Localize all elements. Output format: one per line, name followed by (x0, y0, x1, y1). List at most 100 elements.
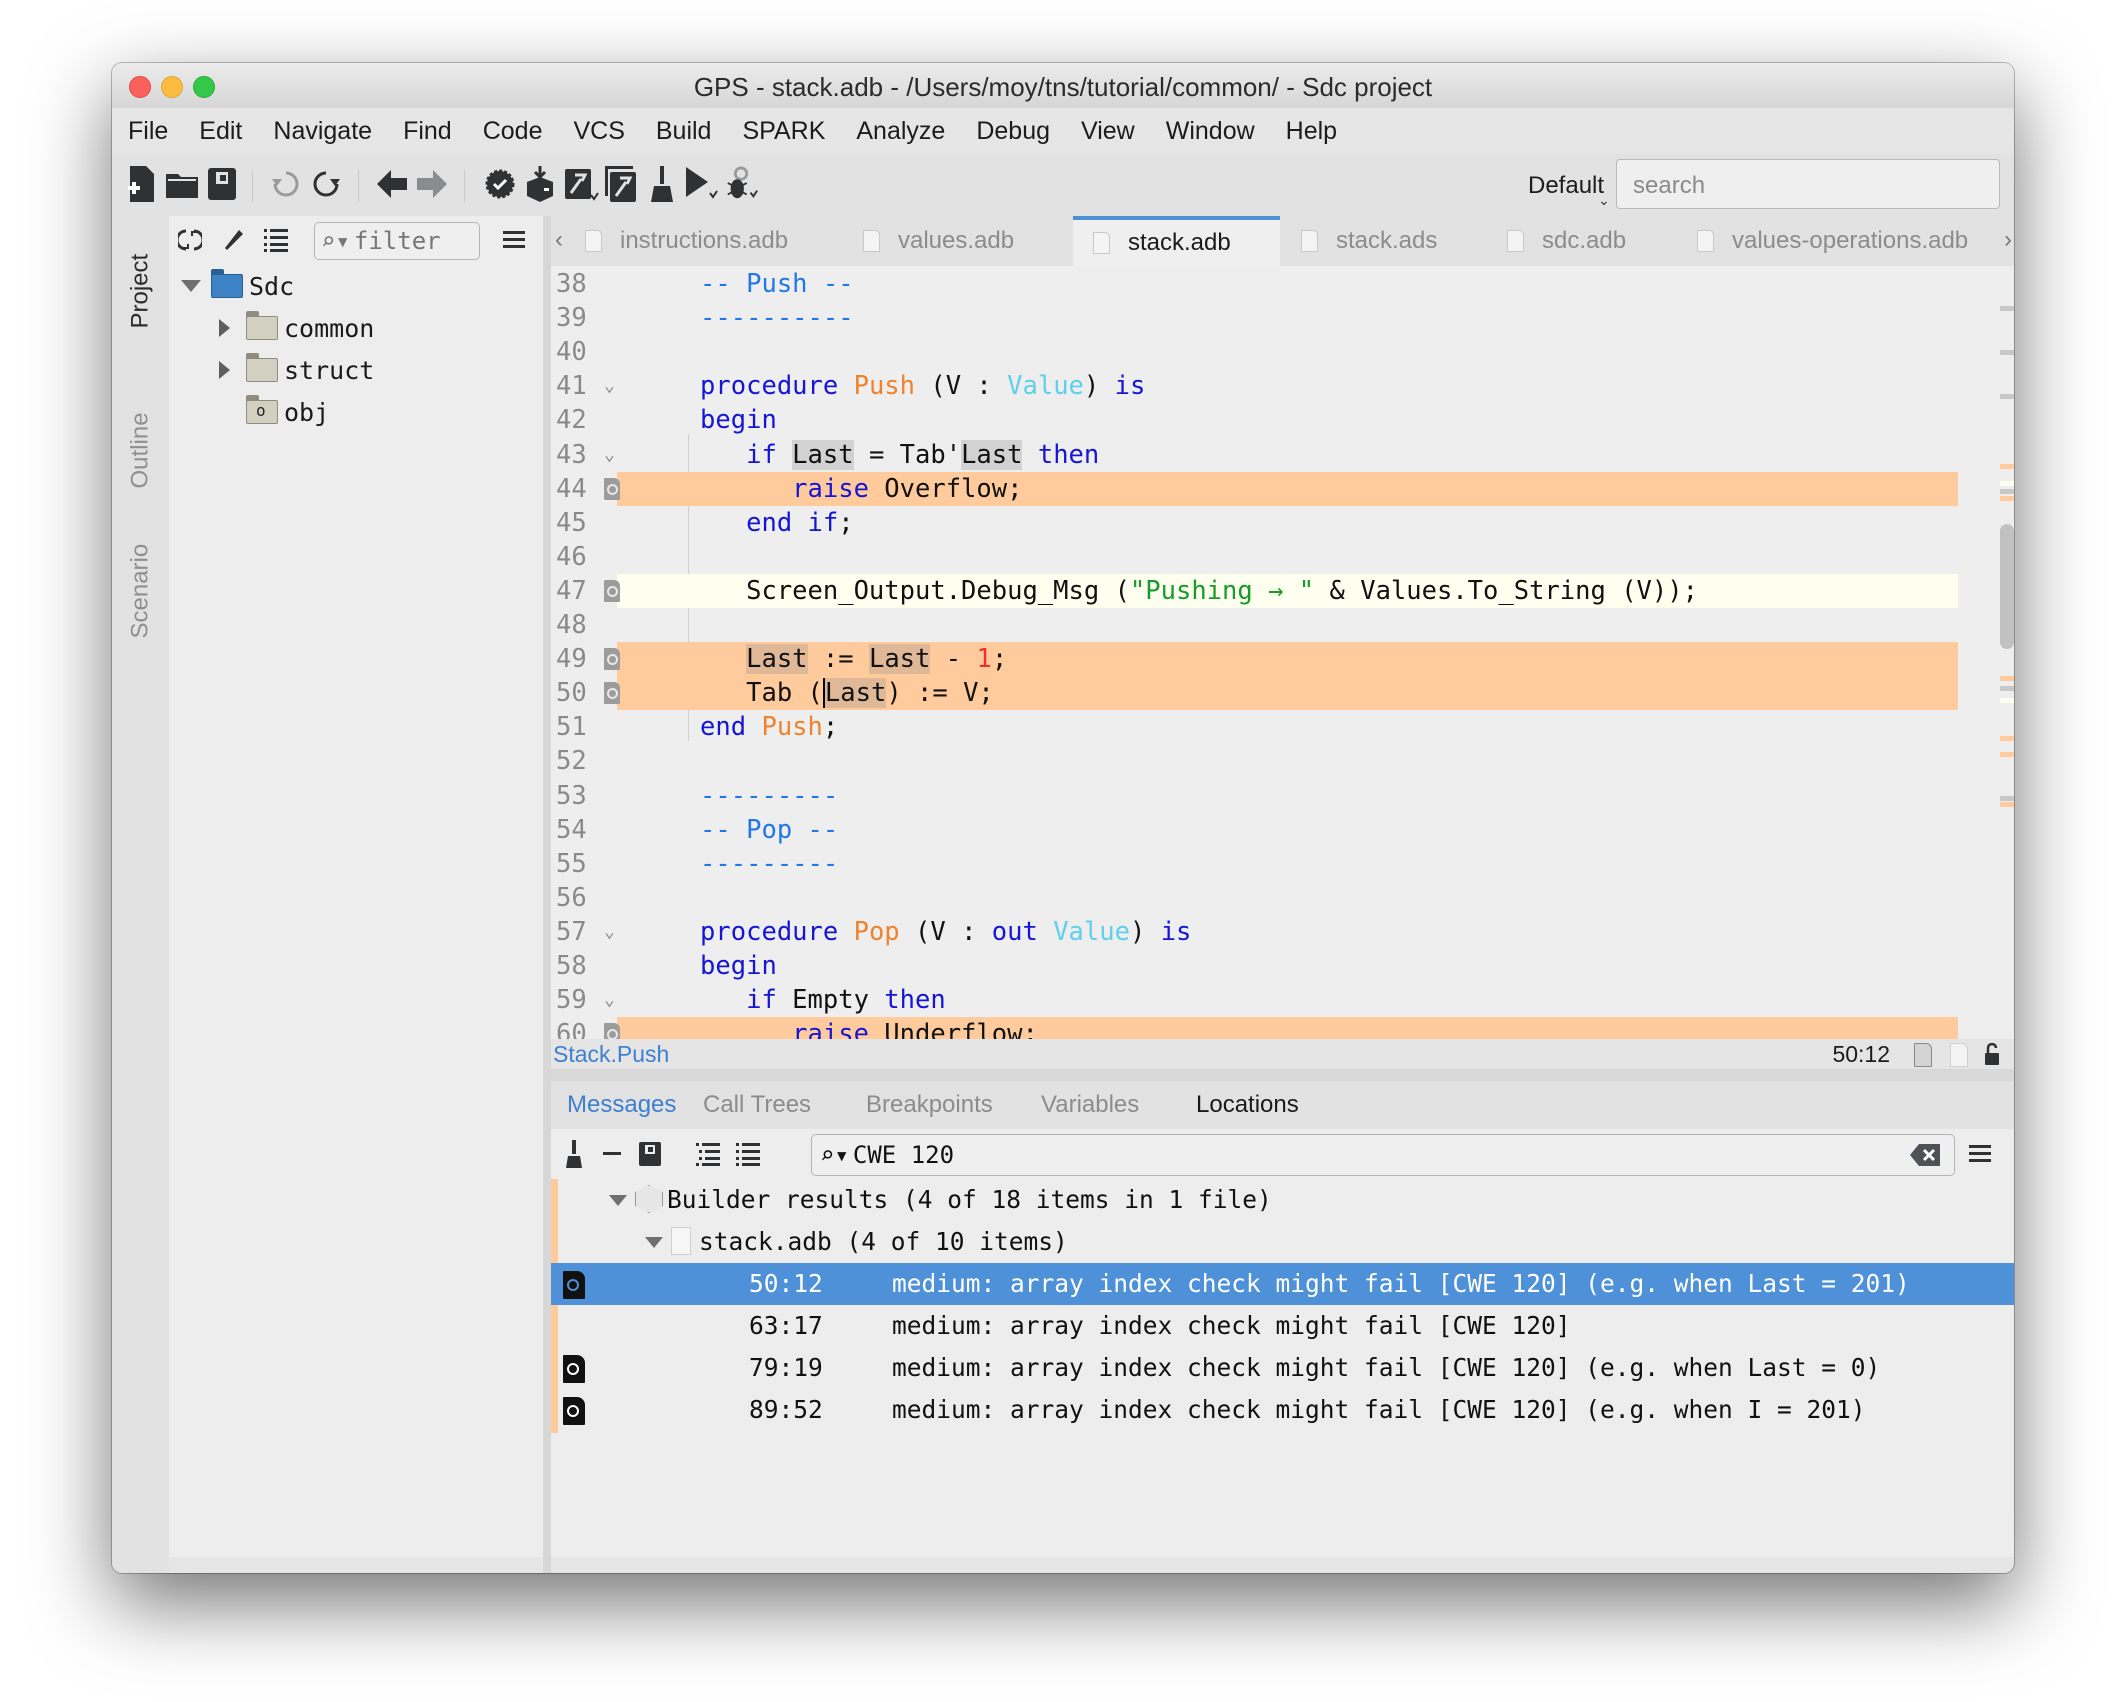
vertical-splitter[interactable] (543, 216, 551, 1573)
undo-icon[interactable] (268, 164, 304, 204)
clear-broom-icon[interactable] (559, 1137, 589, 1171)
fold-chevron-icon[interactable]: ⌄ (604, 983, 615, 1017)
code-line[interactable]: 40 (551, 335, 1958, 369)
build-all-hammer-icon[interactable] (604, 164, 640, 204)
debug-bug-icon[interactable] (724, 164, 760, 204)
tree-row-builder-results[interactable]: Builder results (4 of 18 items in 1 file… (551, 1179, 2014, 1221)
collapsed-triangle-icon[interactable] (219, 319, 230, 337)
menu-file[interactable]: File (128, 117, 168, 146)
codepeer-message-icon[interactable] (604, 682, 620, 705)
code-line[interactable]: 58 begin (551, 949, 1958, 983)
codepeer-message-icon[interactable] (604, 648, 620, 671)
expanded-triangle-icon[interactable] (645, 1237, 663, 1248)
install-box-icon[interactable] (522, 164, 558, 204)
clear-filter-icon[interactable] (1910, 1144, 1940, 1166)
code-line[interactable]: 44 raise Overflow; (551, 471, 1958, 506)
code-line[interactable]: 55 --------- (551, 847, 1958, 881)
codepeer-message-icon[interactable] (604, 579, 620, 602)
code-line[interactable]: 60 raise Underflow; (551, 1017, 1958, 1039)
fold-chevron-icon[interactable]: ⌄ (604, 438, 615, 472)
menu-vcs[interactable]: VCS (573, 117, 624, 146)
side-tab-project[interactable]: Project (127, 254, 155, 329)
code-line[interactable]: 54 -- Pop -- (551, 813, 1958, 847)
current-subprogram[interactable]: Stack.Push (553, 1041, 669, 1068)
code-line[interactable]: 49 Last := Last - 1; (551, 642, 1958, 677)
tree-row-file[interactable]: stack.adb (4 of 10 items) (551, 1221, 2014, 1263)
code-line[interactable]: 56 (551, 881, 1958, 915)
code-line[interactable]: 43 ⌄ if Last = Tab'Last then (551, 438, 1958, 472)
code-line[interactable]: 48 (551, 608, 1958, 642)
build-hammer-icon[interactable] (564, 164, 600, 204)
side-tab-outline[interactable]: Outline (127, 412, 155, 488)
check-badge-icon[interactable] (482, 164, 518, 204)
code-line[interactable]: 51 end Push; (551, 710, 1958, 744)
code-line[interactable]: 41 ⌄ procedure Push (V : Value) is (551, 369, 1958, 403)
codepeer-message-icon[interactable] (604, 1023, 620, 1039)
open-folder-icon[interactable] (164, 164, 200, 204)
editor-scrollbar[interactable] (2000, 266, 2014, 1039)
tab-variables[interactable]: Variables (1041, 1091, 1139, 1119)
code-line[interactable]: 46 (551, 540, 1958, 574)
code-line[interactable]: 39 ---------- (551, 301, 1958, 335)
code-line[interactable]: 38 -- Push -- (551, 267, 1958, 301)
code-view[interactable]: 38 -- Push -- 39 ---------- 40 41 ⌄ procedur… (551, 266, 2014, 1039)
redo-icon[interactable] (308, 164, 344, 204)
tab-stack-adb[interactable]: stack.adb (1073, 216, 1280, 266)
tab-messages[interactable]: Messages (567, 1091, 676, 1119)
codepeer-message-icon[interactable] (563, 1397, 585, 1425)
project-filter-input[interactable]: ⌕▾ filter (314, 222, 480, 260)
hamburger-menu-icon[interactable] (499, 224, 529, 256)
save-icon[interactable] (204, 164, 240, 204)
menu-spark[interactable]: SPARK (742, 117, 825, 146)
expand-all-icon[interactable] (693, 1137, 723, 1171)
menu-navigate[interactable]: Navigate (273, 117, 372, 146)
expanded-triangle-icon[interactable] (609, 1195, 627, 1206)
tab-values-adb[interactable]: values.adb (857, 216, 1073, 266)
menu-find[interactable]: Find (403, 117, 452, 146)
tab-scroll-right-icon[interactable]: › (2004, 226, 2012, 254)
tab-scroll-left-icon[interactable]: ‹ (555, 226, 563, 254)
chevron-down-icon[interactable]: ⌄ (1598, 192, 1610, 209)
code-line[interactable]: 42 begin (551, 403, 1958, 437)
code-line[interactable]: 52 (551, 744, 1958, 778)
location-row[interactable]: 79:19 medium: array index check might fai… (551, 1347, 2014, 1389)
location-row[interactable]: 50:12 medium: array index check might fai… (551, 1263, 2014, 1305)
menu-analyze[interactable]: Analyze (856, 117, 945, 146)
hamburger-menu-icon[interactable] (1965, 1137, 1995, 1171)
tab-call-trees[interactable]: Call Trees (703, 1091, 811, 1119)
menu-code[interactable]: Code (483, 117, 543, 146)
perspective-selector[interactable]: Default (1528, 172, 1604, 200)
edit-pencil-icon[interactable] (219, 224, 249, 256)
tree-node-sdc[interactable]: Sdc (181, 266, 294, 306)
fold-chevron-icon[interactable]: ⌄ (604, 369, 615, 403)
code-line[interactable]: 45 end if; (551, 506, 1958, 540)
side-tab-scenario[interactable]: Scenario (127, 544, 155, 639)
code-line[interactable]: 59 ⌄ if Empty then (551, 983, 1958, 1017)
tree-node-common[interactable]: common (219, 308, 374, 348)
tab-locations[interactable]: Locations (1196, 1091, 1299, 1119)
scrollbar-thumb[interactable] (2000, 524, 2014, 649)
forward-arrow-icon[interactable] (414, 164, 450, 204)
tab-breakpoints[interactable]: Breakpoints (866, 1091, 993, 1119)
remove-minus-icon[interactable] (597, 1137, 627, 1171)
codepeer-message-icon[interactable] (604, 477, 620, 500)
menu-debug[interactable]: Debug (976, 117, 1050, 146)
collapse-all-icon[interactable] (733, 1137, 763, 1171)
menu-view[interactable]: View (1081, 117, 1135, 146)
location-row[interactable]: 89:52 medium: array index check might fai… (551, 1389, 2014, 1431)
tree-node-struct[interactable]: struct (219, 350, 374, 390)
new-file-icon[interactable] (124, 164, 160, 204)
run-play-icon[interactable] (684, 164, 720, 204)
flat-list-icon[interactable] (261, 224, 291, 256)
tab-instructions-adb[interactable]: instructions.adb (579, 216, 855, 266)
locations-filter-input[interactable]: ⌕▾ CWE 120 (811, 1134, 1955, 1176)
code-line[interactable]: 57 ⌄ procedure Pop (V : out Value) is (551, 915, 1958, 949)
location-row[interactable]: 63:17 medium: array index check might fai… (551, 1305, 2014, 1347)
clean-broom-icon[interactable] (644, 164, 680, 204)
collapsed-triangle-icon[interactable] (219, 361, 230, 379)
save-icon[interactable] (635, 1137, 665, 1171)
codepeer-message-icon[interactable] (563, 1355, 585, 1383)
menu-edit[interactable]: Edit (199, 117, 242, 146)
fold-chevron-icon[interactable]: ⌄ (604, 915, 615, 949)
back-arrow-icon[interactable] (374, 164, 410, 204)
